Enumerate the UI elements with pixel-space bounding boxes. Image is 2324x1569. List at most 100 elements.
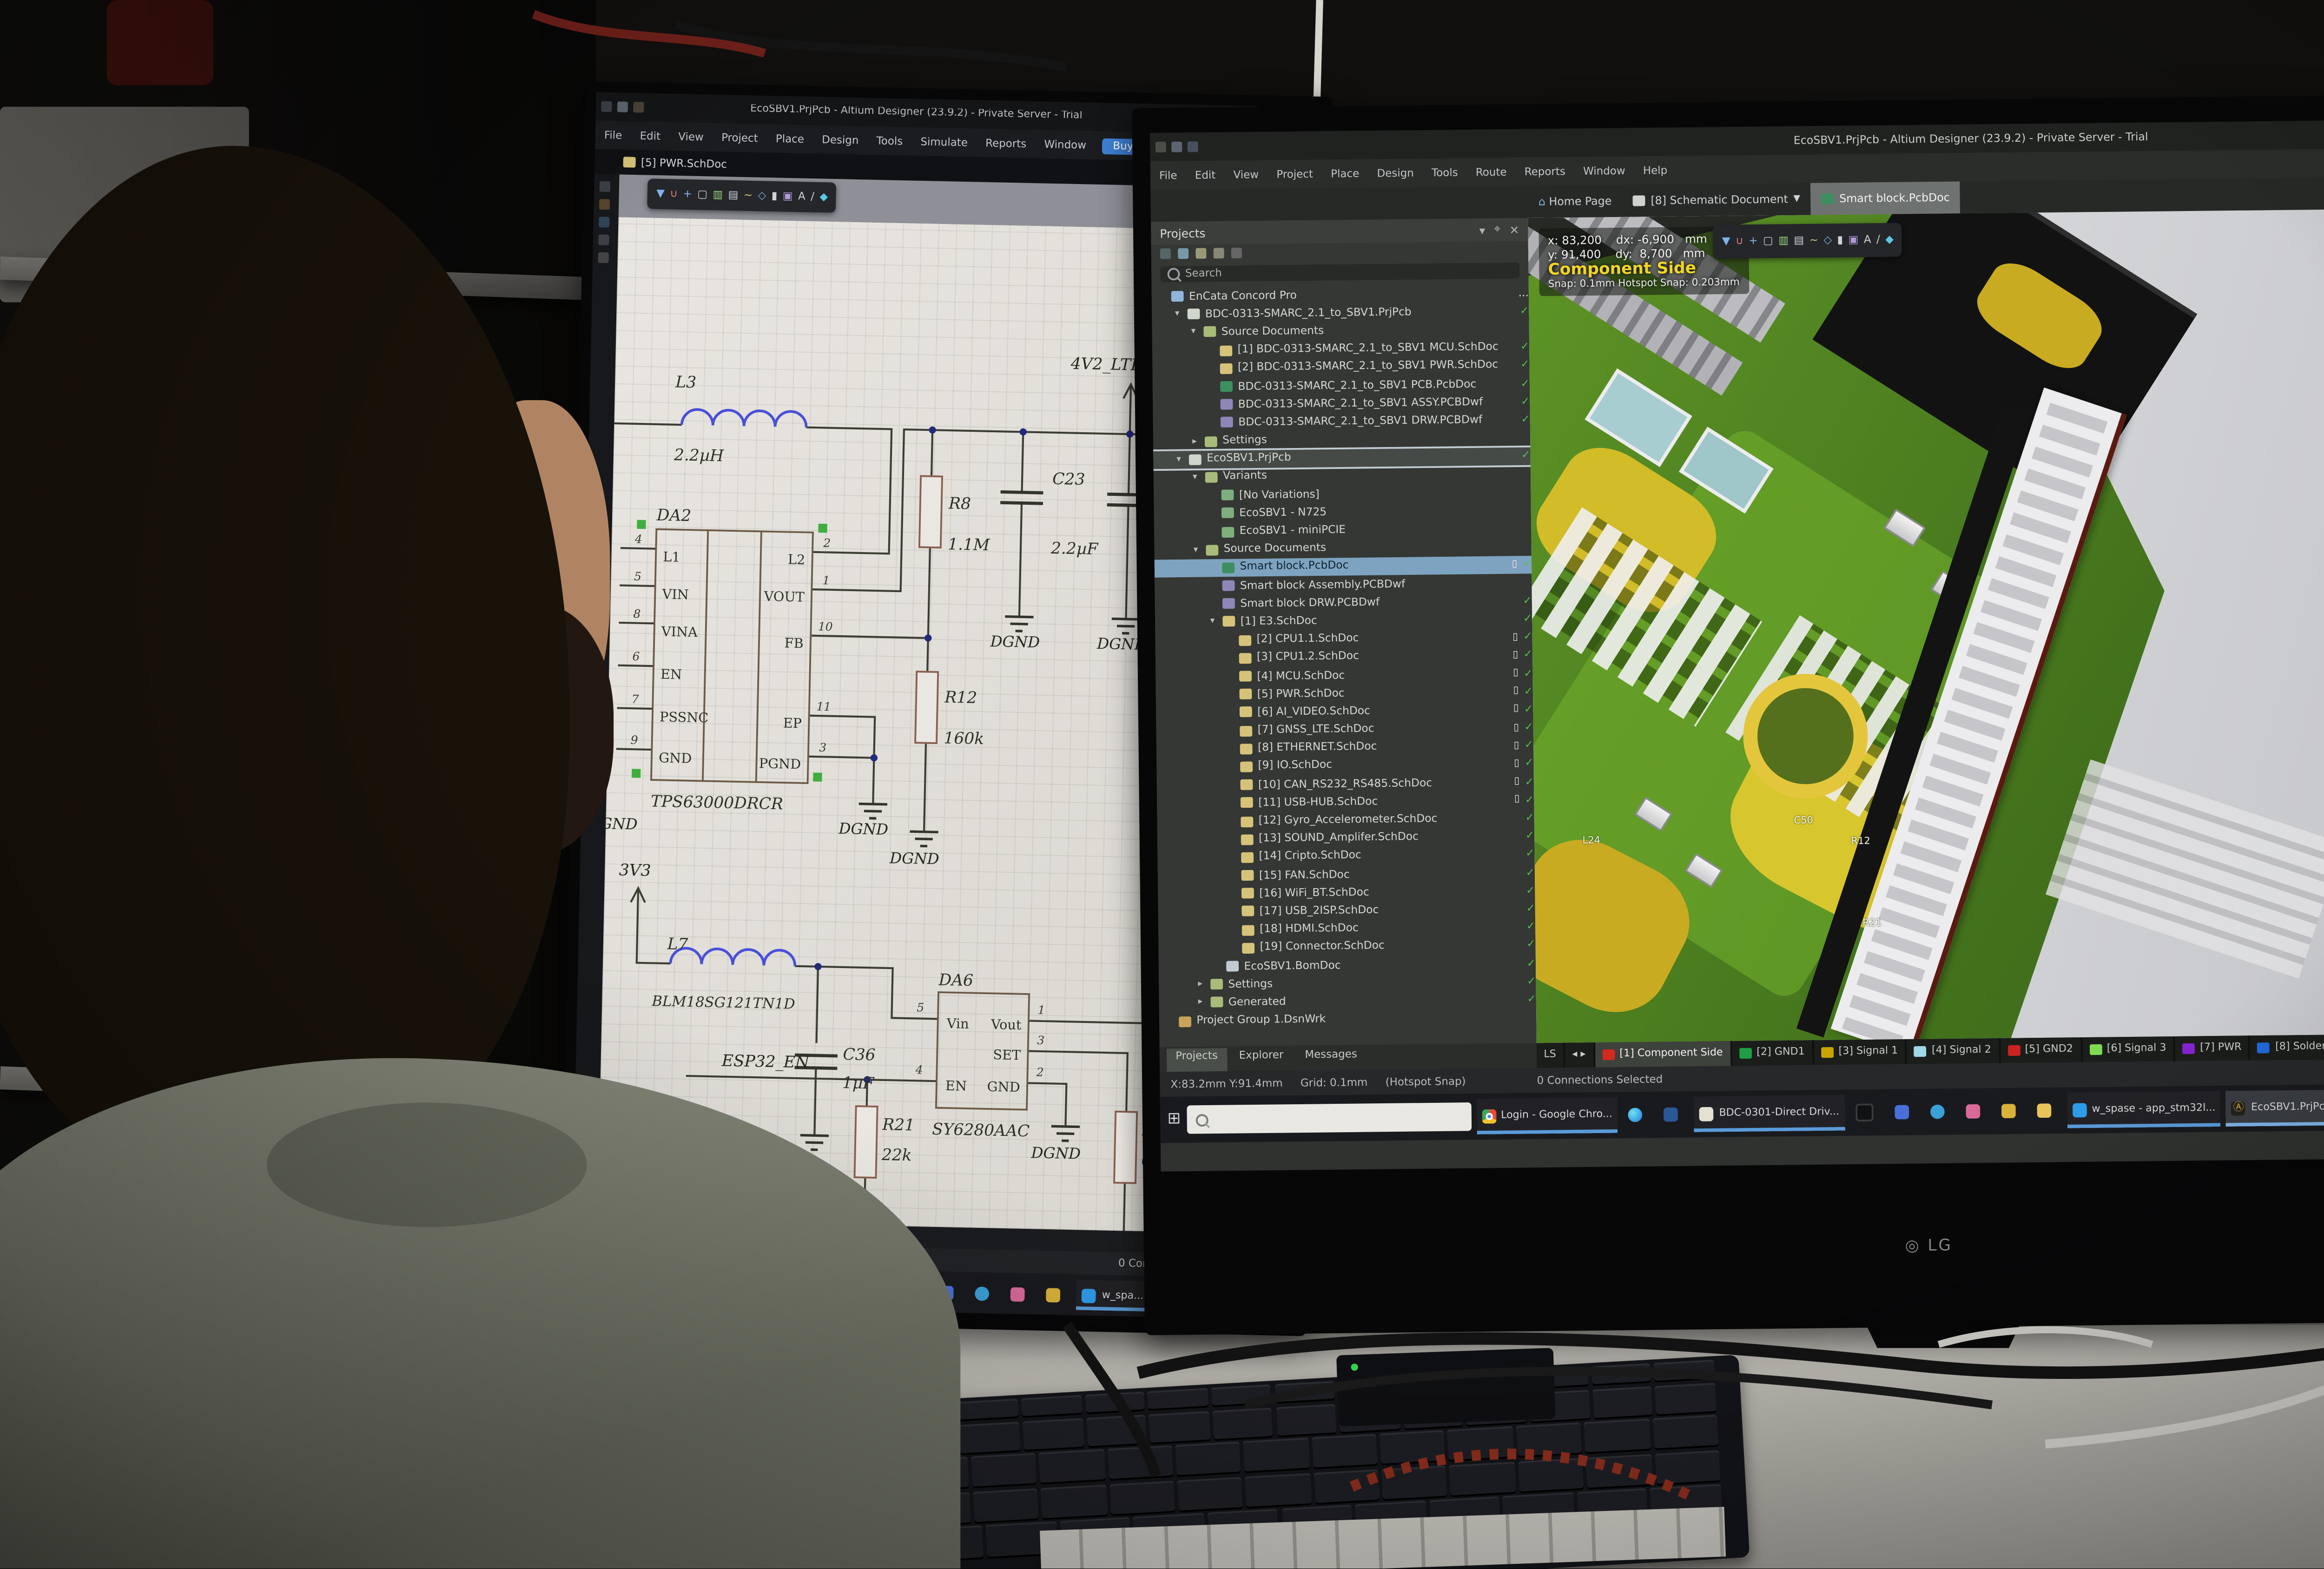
schematic-label-5[interactable]: 5	[917, 1001, 924, 1014]
schematic-label-l1[interactable]: L1	[663, 549, 680, 565]
schematic-label-en[interactable]: EN	[945, 1078, 967, 1094]
keyboard-key[interactable]	[971, 1453, 1037, 1487]
menu-tools[interactable]: Tools	[867, 134, 911, 148]
projects-search[interactable]: Search	[1160, 263, 1519, 283]
tab-smart-block-pcbdoc[interactable]: Smart block.PcbDoc	[1811, 181, 1961, 215]
pin-icon[interactable]: ⌖	[1494, 222, 1500, 238]
keyboard-key[interactable]	[1518, 1457, 1585, 1491]
schematic-label-22h[interactable]: 2.2µH	[673, 446, 725, 465]
menu-window[interactable]: Window	[1574, 165, 1634, 178]
schematic-label-1[interactable]: 1	[822, 574, 830, 587]
sidebar-icon[interactable]	[600, 181, 610, 192]
menu-reports[interactable]: Reports	[1516, 165, 1575, 178]
toolbar-icon[interactable]: ▣	[783, 190, 793, 203]
keyboard-key[interactable]	[1654, 1449, 1721, 1483]
taskbar-item[interactable]	[1960, 1093, 1991, 1129]
schematic-label-4[interactable]: 4	[915, 1063, 923, 1076]
toolbar-icon[interactable]: A	[1864, 234, 1871, 246]
schematic-label-dgnd[interactable]: DGND	[889, 849, 939, 868]
sidebar-icon[interactable]	[599, 199, 610, 210]
schematic-label-pssnc[interactable]: PSSNC	[660, 709, 709, 725]
save-icon[interactable]	[1171, 142, 1182, 152]
expand-icon[interactable]: ▸	[1198, 997, 1211, 1008]
panel-tab-projects[interactable]: Projects	[1167, 1048, 1227, 1074]
schematic-label-10[interactable]: 10	[818, 620, 833, 633]
schematic-label-22k[interactable]: 22k	[881, 1146, 912, 1165]
toolbar-icon[interactable]: +	[1749, 235, 1758, 248]
taskbar-item[interactable]	[1005, 1278, 1036, 1310]
schematic-label-3v3[interactable]: 3V3	[619, 861, 651, 880]
start-button[interactable]: ⊞	[1167, 1111, 1181, 1129]
taskbar-item[interactable]	[1995, 1093, 2026, 1129]
toolbar-icon[interactable]: ▥	[1778, 235, 1789, 247]
sidebar-icon[interactable]	[599, 217, 609, 227]
toolbar-icon[interactable]: ∪	[1736, 235, 1743, 248]
toolbar-icon[interactable]: ▼	[1722, 235, 1730, 248]
schematic-label-dgnd[interactable]: DGND	[1030, 1144, 1081, 1162]
toolbar-icon[interactable]: ◆	[819, 191, 828, 204]
taskbar-item[interactable]	[1623, 1097, 1654, 1133]
menu-route[interactable]: Route	[1467, 165, 1516, 178]
schematic-label-9[interactable]: 9	[631, 733, 639, 747]
keyboard-key[interactable]	[1516, 1422, 1582, 1456]
toolbar-icon[interactable]: ~	[744, 190, 753, 202]
layer-tab[interactable]: [8] Solder Side	[2250, 1035, 2324, 1061]
keyboard-key[interactable]	[1149, 1410, 1210, 1442]
schematic-label-r12[interactable]: R12	[944, 688, 977, 707]
undo-icon[interactable]	[633, 102, 644, 112]
taskbar-item-w-spa-[interactable]: w_spa...	[1076, 1279, 1149, 1312]
schematic-label-vout[interactable]: Vout	[990, 1016, 1022, 1033]
schematic-label-1[interactable]: 1	[1037, 1003, 1045, 1017]
panel-tab-explorer[interactable]: Explorer	[1230, 1048, 1292, 1073]
taskbar-item[interactable]	[1658, 1096, 1689, 1133]
tab-home-page[interactable]: ⌂ Home Page	[1528, 185, 1623, 218]
layer-tab[interactable]: [1] Component Side	[1595, 1041, 1732, 1068]
keyboard-key[interactable]	[1311, 1434, 1378, 1468]
open-folder-icon[interactable]	[1195, 248, 1206, 259]
menu-file[interactable]: File	[1150, 169, 1186, 182]
expand-icon[interactable]: ▾	[1176, 454, 1189, 465]
panel-tab-messages[interactable]: Messages	[1296, 1047, 1366, 1072]
schematic-label-3[interactable]: 3	[819, 741, 826, 754]
pcb-toolbar[interactable]: ▼∪+▢▥▤~◇▮▣A/◆	[1713, 223, 1902, 259]
schematic-label-en[interactable]: EN	[660, 666, 682, 682]
schematic-label-2[interactable]: 2	[1036, 1065, 1044, 1079]
menu-window[interactable]: Window	[1035, 138, 1095, 151]
chevron-down-icon[interactable]: ▼	[1793, 194, 1800, 204]
taskbar-item-login-google-chro-[interactable]: Login - Google Chro...	[1476, 1097, 1618, 1135]
layer-tab[interactable]: [2] GND1	[1732, 1040, 1814, 1066]
menu-place[interactable]: Place	[767, 132, 813, 145]
menu-edit[interactable]: Edit	[1186, 169, 1225, 182]
pcb-3d-viewport[interactable]: L24C50R12R21 x: 83,200 dx: -6,900 mm y: …	[1528, 209, 2324, 1043]
menu-tools[interactable]: Tools	[1423, 166, 1467, 179]
toolbar-icon[interactable]: ▤	[1794, 235, 1804, 247]
toolbar-icon[interactable]: ▤	[728, 189, 738, 202]
taskbar-item-bdc-0301-direct-driv-[interactable]: BDC-0301-Direct Driv...	[1694, 1094, 1845, 1132]
menu-place[interactable]: Place	[1322, 167, 1368, 180]
menu-reports[interactable]: Reports	[977, 137, 1036, 150]
menu-design[interactable]: Design	[1368, 166, 1423, 179]
keyboard-key[interactable]	[1380, 1430, 1446, 1464]
toolbar-icon[interactable]: ∪	[670, 188, 678, 200]
expand-icon[interactable]: ▾	[1191, 327, 1204, 338]
undo-icon[interactable]	[1188, 141, 1198, 152]
schematic-label-da2[interactable]: DA2	[656, 506, 691, 525]
schematic-label-5[interactable]: 5	[634, 570, 641, 583]
document-tab[interactable]: [5] PWR.SchDoc	[641, 156, 727, 171]
schematic-label-11[interactable]: 11	[816, 700, 831, 714]
schematic-label-r21[interactable]: R21	[882, 1115, 915, 1134]
sidebar-icon[interactable]	[598, 235, 609, 245]
schematic-label-8[interactable]: 8	[633, 607, 640, 620]
keyboard-key[interactable]	[1177, 1476, 1243, 1510]
keyboard-key[interactable]	[1243, 1437, 1310, 1471]
schematic-label-l7[interactable]: L7	[667, 935, 688, 954]
keyboard-key[interactable]	[1314, 1468, 1380, 1502]
keyboard-key[interactable]	[1275, 1403, 1337, 1435]
schematic-label-tps63000drcr[interactable]: TPS63000DRCR	[651, 792, 784, 813]
keyboard-key[interactable]	[1450, 1461, 1516, 1495]
toolbar-icon[interactable]: ▮	[771, 190, 777, 203]
toolbar-icon[interactable]: ▮	[1837, 234, 1843, 247]
menu-edit[interactable]: Edit	[631, 129, 669, 143]
menu-view[interactable]: View	[669, 130, 713, 144]
toolbar-icon[interactable]: /	[1876, 234, 1880, 246]
